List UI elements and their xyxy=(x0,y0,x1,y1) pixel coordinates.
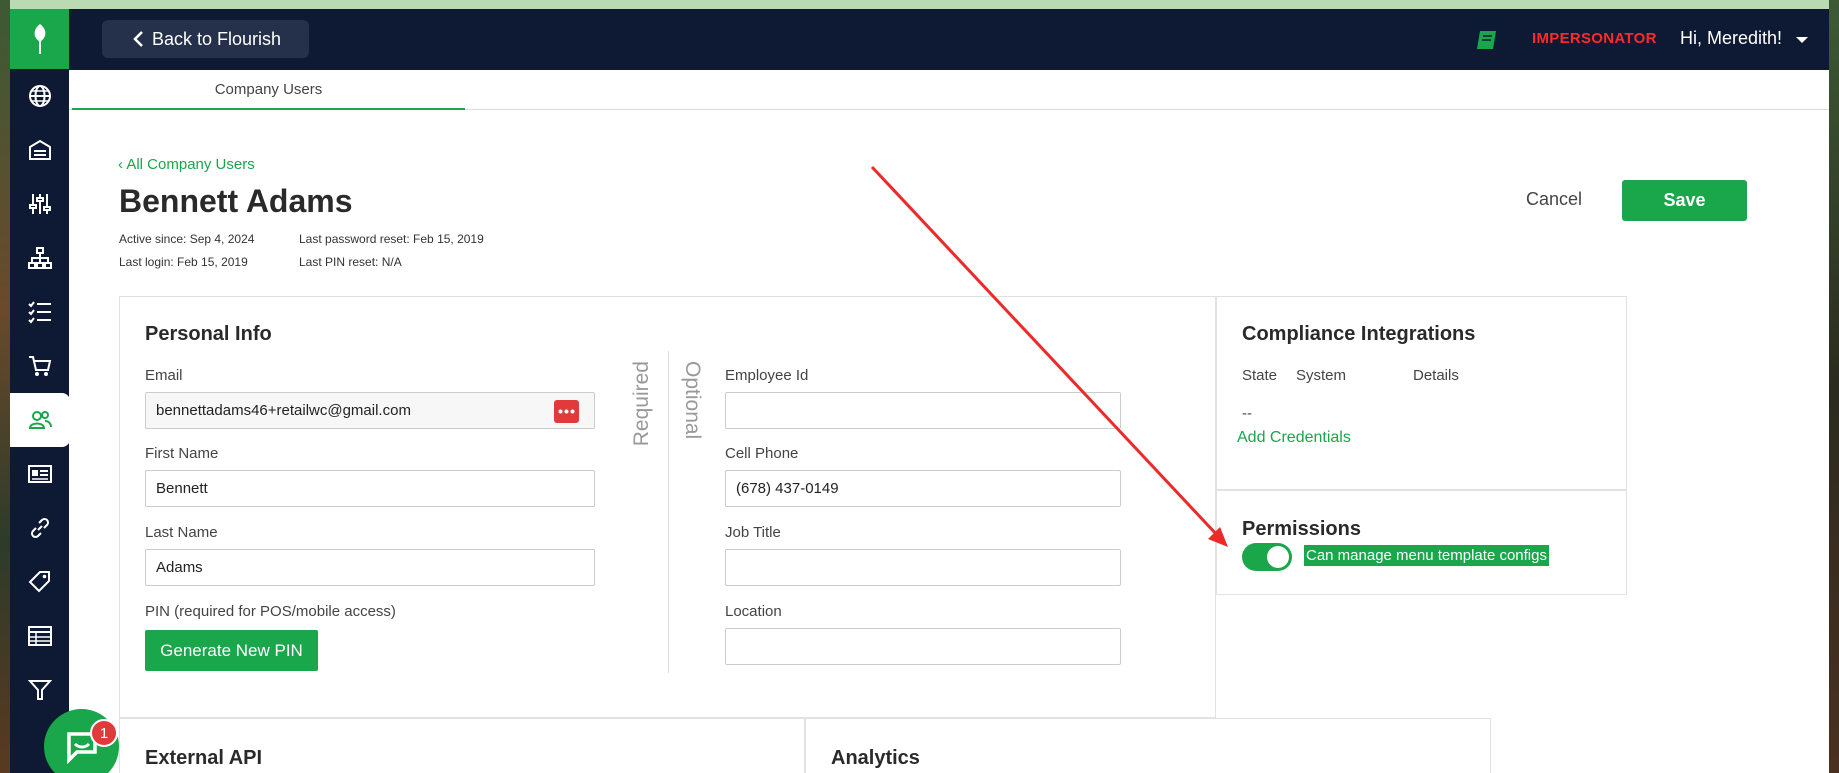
desktop-background-right xyxy=(1829,0,1839,773)
sub-tab-bar: Company Users xyxy=(69,70,1829,110)
left-nav-rail xyxy=(10,9,70,773)
menu-template-configs-label[interactable]: Can manage menu template configs xyxy=(1304,545,1549,566)
section-divider xyxy=(668,351,669,673)
cart-icon xyxy=(28,356,51,376)
column-header-state: State xyxy=(1242,367,1278,384)
leaf-icon xyxy=(34,24,45,54)
link-icon xyxy=(30,517,49,539)
table-icon xyxy=(27,626,52,646)
sliders-icon xyxy=(28,194,51,214)
tag-icon xyxy=(28,571,50,593)
nav-warehouse[interactable] xyxy=(10,123,69,177)
impersonator-badge: IMPERSONATOR xyxy=(1532,30,1657,47)
location-label: Location xyxy=(725,603,782,620)
desktop-background-left xyxy=(0,0,10,773)
chat-notification-badge: 1 xyxy=(90,719,118,747)
users-icon xyxy=(28,411,52,429)
id-card-icon xyxy=(27,465,52,483)
app-window: Back to Flourish IMPERSONATOR Hi, Meredi… xyxy=(10,9,1829,773)
checklist-icon xyxy=(27,301,51,324)
nav-org-chart[interactable] xyxy=(10,231,69,285)
toggle-knob xyxy=(1267,546,1289,568)
nav-table[interactable] xyxy=(10,609,69,663)
password-manager-button[interactable] xyxy=(554,400,579,423)
save-button[interactable]: Save xyxy=(1622,180,1747,221)
empty-credentials: -- xyxy=(1242,405,1252,422)
back-button-label: Back to Flourish xyxy=(152,28,282,49)
chevron-left-icon xyxy=(133,31,143,47)
optional-section-label: Optional xyxy=(681,361,704,440)
book-icon[interactable] xyxy=(1475,29,1499,51)
active-since: Active since: Sep 4, 2024 xyxy=(119,232,255,246)
tab-company-users[interactable]: Company Users xyxy=(72,70,465,110)
email-field[interactable]: bennettadams46+retailwc@gmail.com xyxy=(145,392,595,429)
cell-phone-field[interactable]: (678) 437-0149 xyxy=(725,470,1121,507)
last-pin-reset: Last PIN reset: N/A xyxy=(299,255,402,269)
add-credentials-link[interactable]: Add Credentials xyxy=(1237,429,1351,447)
window-top-strip xyxy=(10,0,1829,9)
cell-phone-label: Cell Phone xyxy=(725,445,799,462)
generate-pin-button[interactable]: Generate New PIN xyxy=(145,630,318,671)
job-title-label: Job Title xyxy=(725,524,781,541)
org-chart-icon xyxy=(27,247,52,269)
cancel-button[interactable]: Cancel xyxy=(1526,189,1582,210)
menu-template-configs-toggle[interactable] xyxy=(1242,543,1292,571)
column-header-system: System xyxy=(1296,367,1347,384)
last-name-label: Last Name xyxy=(145,524,218,541)
breadcrumb-label: All Company Users xyxy=(126,156,255,173)
warehouse-icon xyxy=(28,139,51,160)
top-bar: Back to Flourish IMPERSONATOR Hi, Meredi… xyxy=(69,9,1829,70)
last-login: Last login: Feb 15, 2019 xyxy=(119,255,248,269)
first-name-field[interactable]: Bennett xyxy=(145,470,595,507)
permissions-title: Permissions xyxy=(1242,518,1361,540)
nav-settings-sliders[interactable] xyxy=(10,177,69,231)
globe-icon xyxy=(28,85,51,107)
personal-info-title: Personal Info xyxy=(145,323,272,345)
analytics-title: Analytics xyxy=(831,747,920,769)
nav-globe[interactable] xyxy=(10,69,69,123)
nav-filter[interactable] xyxy=(10,663,69,717)
compliance-title: Compliance Integrations xyxy=(1242,323,1476,345)
back-to-flourish-button[interactable]: Back to Flourish xyxy=(102,20,309,58)
location-field[interactable] xyxy=(725,628,1121,665)
flourish-logo[interactable] xyxy=(10,9,69,69)
employee-id-field[interactable] xyxy=(725,392,1121,429)
nav-users[interactable] xyxy=(10,393,70,447)
last-password-reset: Last password reset: Feb 15, 2019 xyxy=(299,232,484,246)
pin-label: PIN (required for POS/mobile access) xyxy=(145,603,396,620)
job-title-field[interactable] xyxy=(725,549,1121,586)
nav-tags[interactable] xyxy=(10,555,69,609)
last-name-field[interactable]: Adams xyxy=(145,549,595,586)
filter-icon xyxy=(27,680,52,700)
email-value: bennettadams46+retailwc@gmail.com xyxy=(156,402,411,419)
more-dots-icon xyxy=(558,409,575,414)
caret-down-icon[interactable] xyxy=(1796,37,1808,43)
column-header-details: Details xyxy=(1413,367,1459,384)
external-api-title: External API xyxy=(145,747,263,769)
first-name-label: First Name xyxy=(145,445,219,462)
nav-checklist[interactable] xyxy=(10,285,69,339)
nav-cart[interactable] xyxy=(10,339,69,393)
user-menu-greeting[interactable]: Hi, Meredith! xyxy=(1680,28,1782,49)
employee-id-label: Employee Id xyxy=(725,367,809,384)
page-title: Bennett Adams xyxy=(119,183,353,219)
required-section-label: Required xyxy=(630,361,653,447)
nav-links[interactable] xyxy=(10,501,69,555)
nav-id-card[interactable] xyxy=(10,447,69,501)
email-label: Email xyxy=(145,367,183,384)
breadcrumb[interactable]: ‹ All Company Users xyxy=(118,156,255,173)
